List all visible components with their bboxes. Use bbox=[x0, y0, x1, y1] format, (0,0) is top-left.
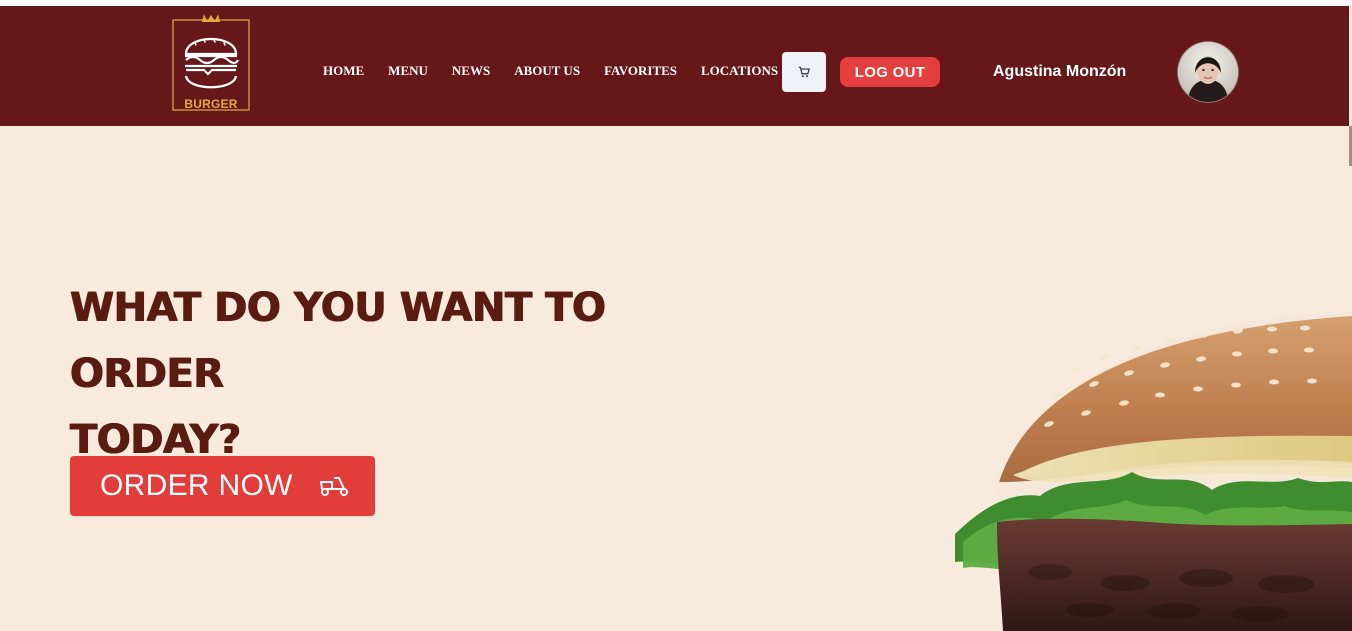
cart-button[interactable] bbox=[782, 52, 826, 92]
logo-text: BURGER bbox=[184, 97, 238, 111]
burger-logo[interactable]: BURGER bbox=[166, 10, 256, 116]
cart-icon bbox=[798, 66, 811, 78]
nav-home[interactable]: HOME bbox=[323, 63, 364, 79]
hero-title-line-1: WHAT DO YOU WANT TO ORDER bbox=[70, 285, 606, 397]
nav-favorites[interactable]: FAVORITES bbox=[604, 63, 677, 79]
user-avatar[interactable] bbox=[1178, 42, 1238, 102]
nav-about-us[interactable]: ABOUT US bbox=[514, 63, 580, 79]
order-now-button[interactable]: ORDER NOW bbox=[70, 456, 375, 516]
scooter-icon bbox=[317, 474, 351, 498]
order-now-label: ORDER NOW bbox=[100, 469, 293, 502]
nav-news[interactable]: NEWS bbox=[452, 63, 490, 79]
burger-photo bbox=[955, 312, 1352, 631]
nav-locations[interactable]: LOCATIONS bbox=[701, 63, 778, 79]
user-name: Agustina Monzón bbox=[993, 63, 1127, 80]
site-header: BURGER HOME MENU NEWS ABOUT US FAVORITES… bbox=[0, 6, 1349, 126]
nav-menu[interactable]: MENU bbox=[388, 63, 428, 79]
hero-title: WHAT DO YOU WANT TO ORDER TODAY? bbox=[70, 275, 760, 473]
main-navigation: HOME MENU NEWS ABOUT US FAVORITES LOCATI… bbox=[323, 63, 778, 79]
logout-button[interactable]: LOG OUT bbox=[840, 57, 940, 87]
page: BURGER HOME MENU NEWS ABOUT US FAVORITES… bbox=[0, 0, 1352, 631]
